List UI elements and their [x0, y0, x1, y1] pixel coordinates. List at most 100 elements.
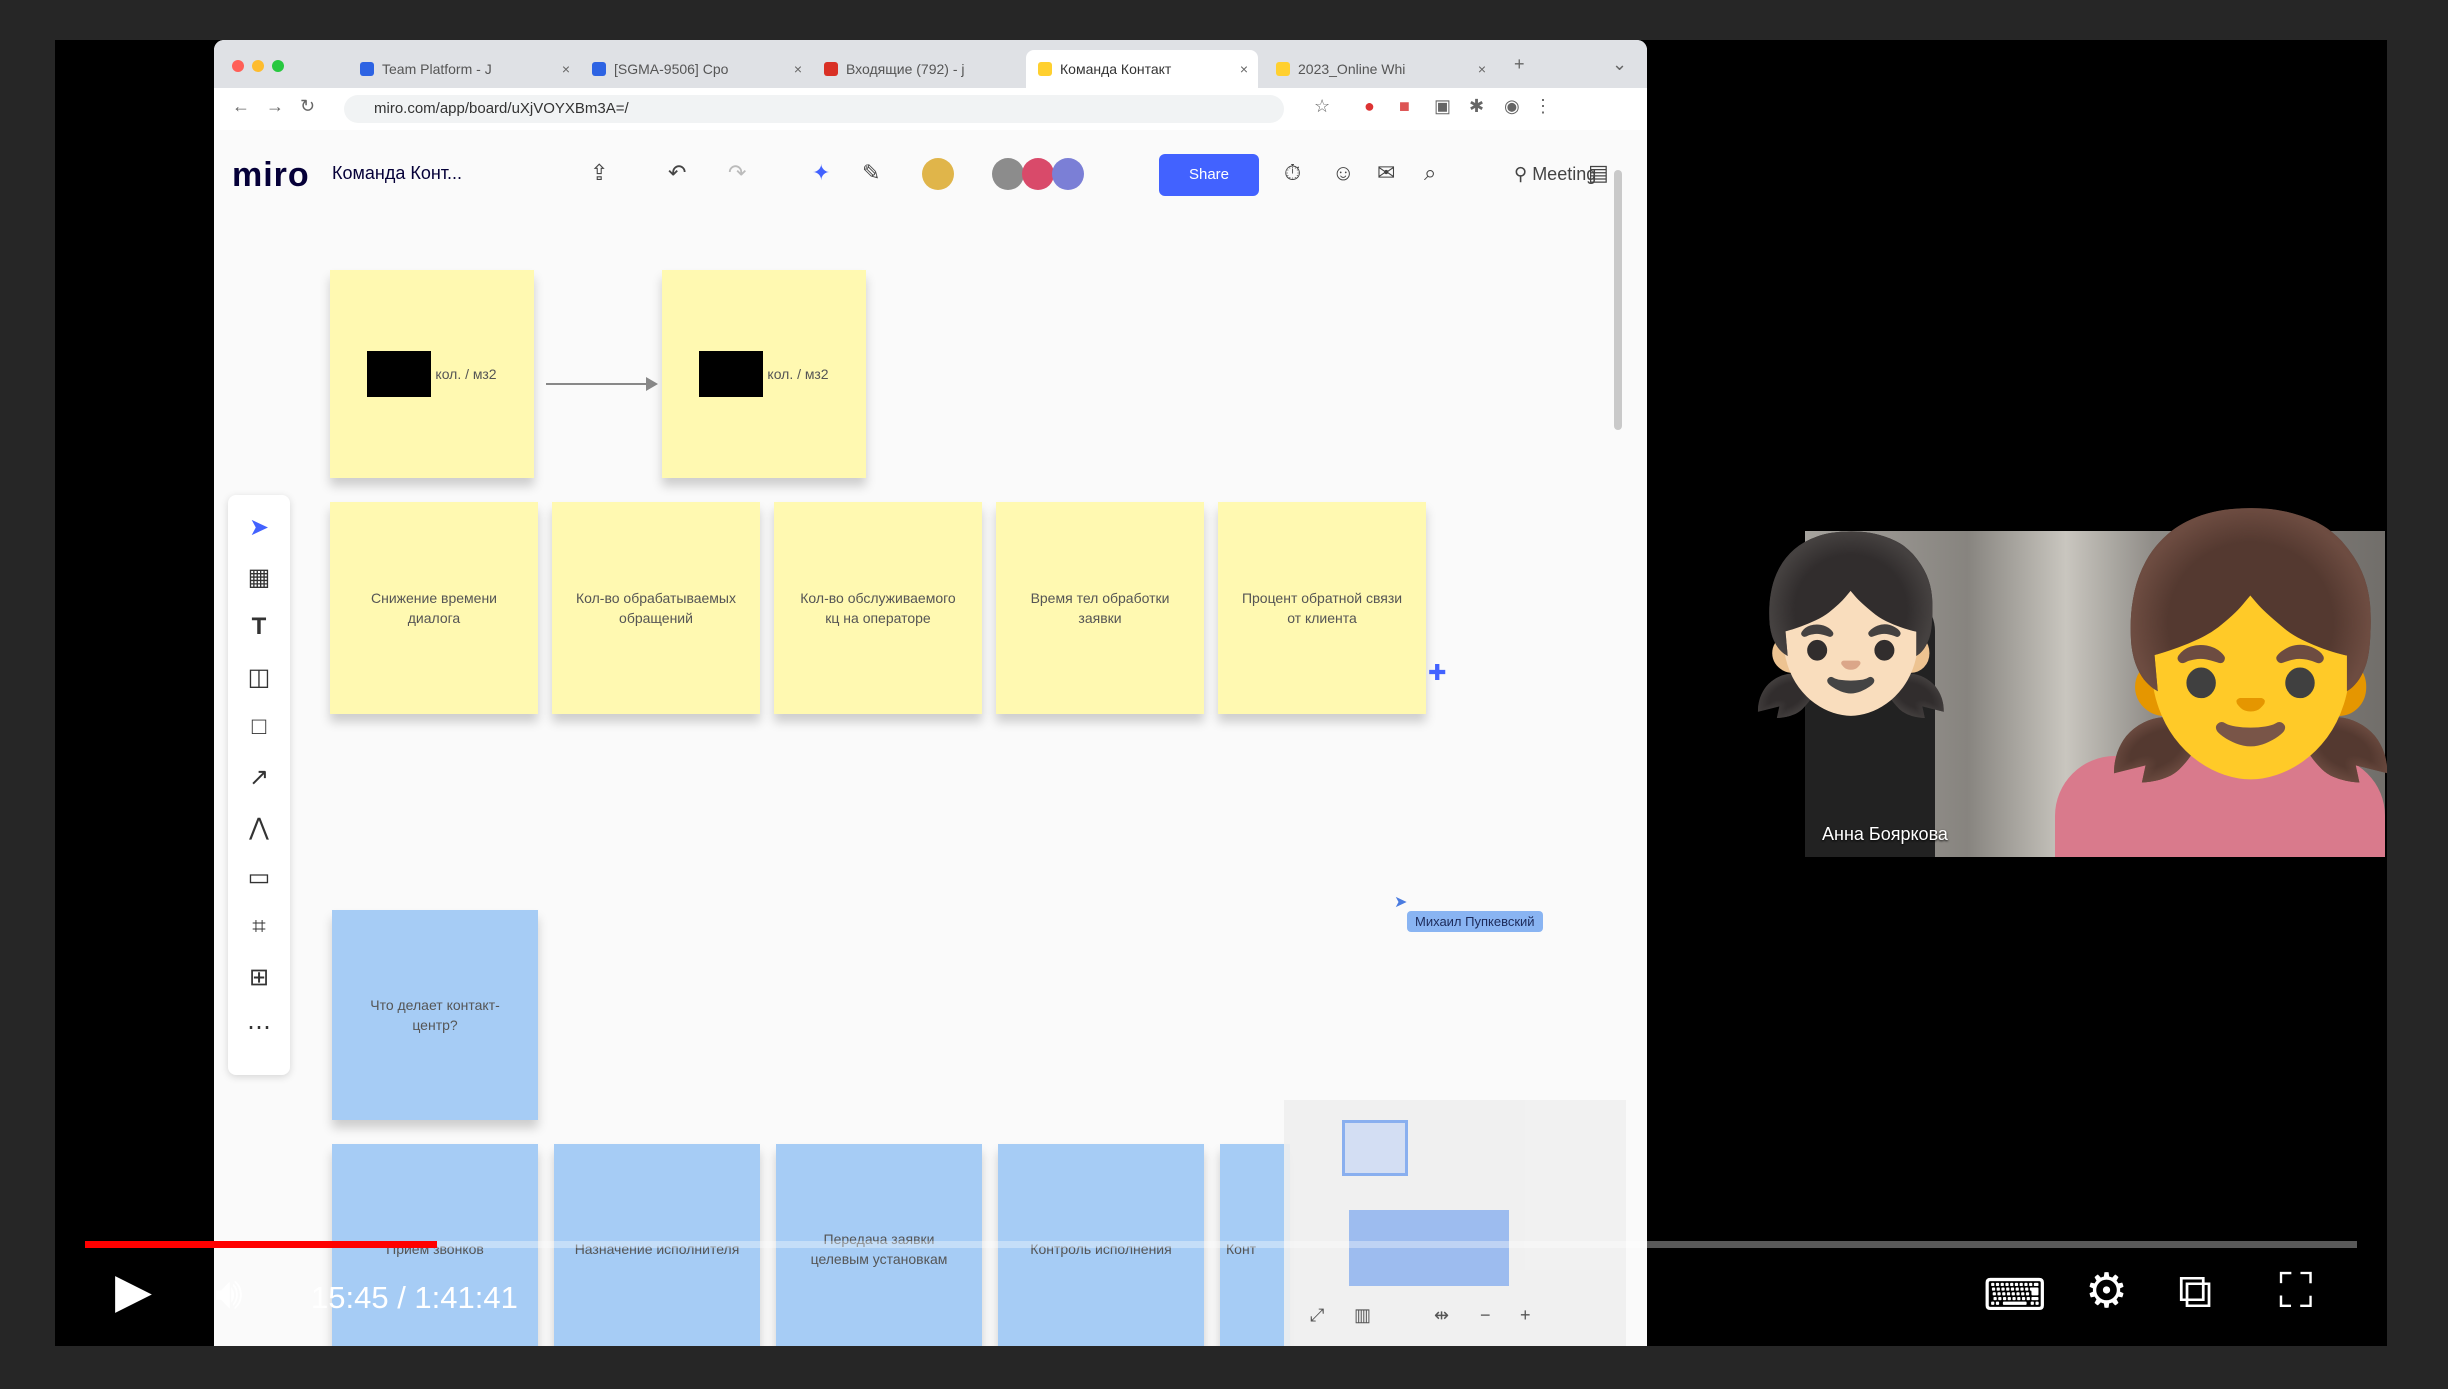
tab-favicon-icon [592, 62, 606, 76]
back-icon[interactable]: ← [232, 96, 250, 117]
comments-icon[interactable]: ✉ [1377, 160, 1395, 186]
minimize-window-icon[interactable] [252, 60, 264, 72]
tab-label: [SGMA-9506] Cpo [614, 61, 729, 77]
subtitles-icon[interactable]: ⌨ [1983, 1274, 2047, 1318]
board-name[interactable]: Команда Конт... [332, 163, 462, 184]
webcam-name: Анна Бояркова [1822, 824, 1948, 844]
tab-bar: Team Platform - J × [SGMA-9506] Cpo × Вход… [214, 40, 1647, 88]
miniplayer-icon[interactable]: ⧉ [2178, 1268, 2212, 1316]
pen-icon[interactable]: ✎ [862, 160, 880, 186]
browser-tab[interactable]: 2023_Online Whi × [1264, 50, 1496, 88]
note-text: Кол-во обрабатываемых обращений [576, 590, 736, 626]
avatar[interactable] [1052, 158, 1084, 190]
fit-screen-icon[interactable]: ⤢ [1310, 1305, 1324, 1326]
frame-icon[interactable]: ⌗ [228, 913, 290, 941]
minimap-toggle-icon[interactable]: ▥ [1354, 1305, 1371, 1326]
reactions-icon[interactable]: ☺ [1332, 160, 1354, 186]
upload-icon[interactable]: ⇪ [590, 160, 608, 186]
sticky-note[interactable]: Время тел обработки заявки [996, 502, 1204, 714]
zoom-out-icon[interactable]: − [1480, 1305, 1491, 1326]
sticky-note[interactable]: кол. / мз2 [330, 270, 534, 478]
miro-toolbar: miro Команда Конт... ⇪ ↶ ↷ ✦ ✎ Share ⏱ ☺… [232, 148, 1632, 202]
fullscreen-icon[interactable]: ⛶ [2279, 1268, 2313, 1316]
templates-icon[interactable]: ▦ [228, 563, 290, 592]
more-icon[interactable]: ⋯ [228, 1013, 290, 1042]
browser-tab-active[interactable]: Команда Контакт × [1026, 50, 1258, 88]
reload-icon[interactable]: ↻ [300, 96, 315, 117]
browser-tab[interactable]: [SGMA-9506] Cpo × [580, 50, 812, 88]
puzzle-icon[interactable]: ✱ [1469, 96, 1484, 117]
close-icon[interactable]: × [562, 61, 570, 77]
progress-bar[interactable] [85, 1241, 2357, 1248]
close-icon[interactable]: × [1240, 61, 1248, 77]
note-text: Что делает контакт-центр? [370, 997, 500, 1033]
avatar[interactable] [992, 158, 1024, 190]
share-button[interactable]: Share [1159, 154, 1259, 196]
face-emoji-icon: 👧🏻 [1745, 530, 1957, 720]
board-menu-icon[interactable]: ▤ [1588, 160, 1609, 186]
address-bar: ← → ↻ miro.com/app/board/uXjVOYXBm3A=/ ☆… [214, 88, 1647, 131]
avatar[interactable] [1022, 158, 1054, 190]
maximize-window-icon[interactable] [272, 60, 284, 72]
bookmark-icon[interactable]: ☆ [1314, 96, 1330, 117]
scrollbar[interactable] [1614, 170, 1622, 430]
close-icon[interactable]: × [1478, 61, 1486, 77]
chevron-down-icon[interactable]: ⌄ [1612, 54, 1627, 75]
upload-icon[interactable]: ⊞ [228, 963, 290, 992]
video-player[interactable]: Team Platform - J × [SGMA-9506] Cpo × Вход… [55, 40, 2387, 1346]
sticky-note[interactable]: Снижение времени диалога [330, 502, 538, 714]
timer-icon[interactable]: ⏱ [1284, 160, 1301, 186]
collaborator-name-tag: Михаил Пупкевский [1407, 911, 1543, 932]
browser-tab[interactable]: Входящие (792) - j× [812, 50, 1044, 88]
extension-icon[interactable]: ▣ [1434, 96, 1451, 117]
minimap-viewport[interactable] [1349, 1210, 1509, 1286]
menu-kebab-icon[interactable]: ⋮ [1534, 96, 1552, 117]
redacted-block [367, 351, 432, 397]
sticky-note[interactable]: кол. / мз2 [662, 270, 866, 478]
redo-icon[interactable]: ↷ [728, 160, 746, 186]
draw-icon[interactable]: ⋀ [228, 813, 290, 842]
miro-favicon-icon [1038, 62, 1052, 76]
url-input[interactable]: miro.com/app/board/uXjVOYXBm3A=/ [344, 95, 1284, 123]
forward-icon[interactable]: → [266, 96, 284, 117]
zoom-in-icon[interactable]: + [1520, 1305, 1531, 1326]
face-emoji-icon: 👧 [2095, 505, 2387, 784]
sticky-note-icon[interactable]: ◫ [228, 663, 290, 692]
volume-icon[interactable]: 🔊︎ [215, 1272, 243, 1316]
settings-icon[interactable]: ⚙ [2085, 1268, 2128, 1316]
miro-board-canvas[interactable]: miro Команда Конт... ⇪ ↶ ↷ ✦ ✎ Share ⏱ ☺… [214, 130, 1647, 1346]
extension-icon[interactable]: ■ [1399, 96, 1410, 117]
close-window-icon[interactable] [232, 60, 244, 72]
close-icon[interactable]: × [794, 61, 802, 77]
connector-arrow[interactable] [546, 377, 658, 391]
sticky-note[interactable]: Кол-во обслуживаемого кц на операторе [774, 502, 982, 714]
extension-icon[interactable]: ● [1364, 96, 1375, 117]
minimap[interactable]: ⤢ ▥ ⇹ − + [1284, 1100, 1626, 1346]
browser-tab[interactable]: Team Platform - J × [348, 50, 580, 88]
note-text: Кол-во обслуживаемого кц на операторе [800, 590, 956, 626]
select-icon[interactable]: ➤ [228, 513, 290, 542]
collaborator-name: Михаил Пупкевский [1415, 914, 1535, 929]
note-text: Процент обратной связи от клиента [1241, 590, 1403, 626]
shape-icon[interactable]: □ [228, 713, 290, 741]
undo-icon[interactable]: ↶ [668, 160, 686, 186]
redacted-block [699, 351, 764, 397]
sticky-note-blue[interactable]: Что делает контакт-центр? [332, 910, 538, 1120]
meeting-button[interactable]: ⚲ Meeting [1514, 164, 1596, 185]
fit-width-icon[interactable]: ⇹ [1434, 1305, 1449, 1326]
progress-bar-played [85, 1241, 438, 1248]
sticky-note[interactable]: Процент обратной связи от клиента [1218, 502, 1426, 714]
magic-icon[interactable]: ✦ [812, 160, 830, 186]
profile-icon[interactable]: ◉ [1504, 96, 1520, 117]
play-icon[interactable]: ▶ [115, 1268, 152, 1316]
miro-favicon-icon [1276, 62, 1290, 76]
avatar[interactable] [922, 158, 954, 190]
connector-icon[interactable]: ↗ [228, 763, 290, 792]
sticky-note[interactable]: Кол-во обрабатываемых обращений [552, 502, 760, 714]
miro-logo[interactable]: miro [232, 156, 310, 195]
new-tab-icon[interactable]: + [1514, 54, 1525, 75]
text-icon[interactable]: T [228, 613, 290, 641]
meeting-icon: ⚲ [1514, 164, 1533, 184]
comment-icon[interactable]: ▭ [228, 863, 290, 892]
search-icon[interactable]: ⌕ [1424, 160, 1436, 186]
